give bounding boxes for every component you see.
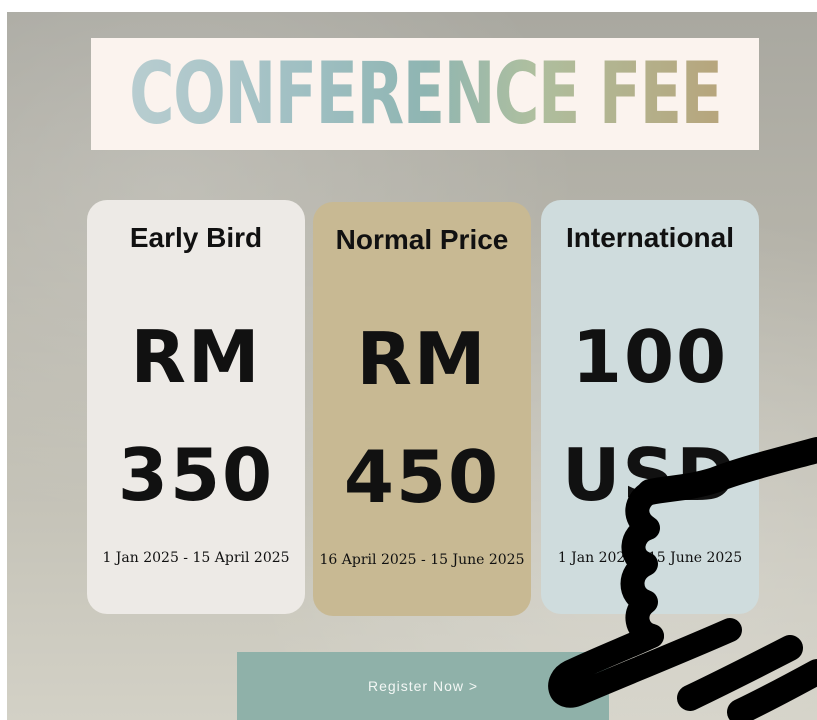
title-banner: CONFERENCE FEE (91, 38, 759, 150)
page-title: CONFERENCE FEE (128, 44, 723, 144)
card-price-line1: RM (356, 317, 488, 401)
card-price-line1: RM (130, 315, 262, 399)
card-title: Normal Price (335, 224, 509, 255)
card-price: RM 450 (313, 300, 531, 536)
card-price: RM 350 (87, 298, 305, 534)
pointing-hand-icon (548, 437, 817, 720)
card-price-line2: 350 (117, 433, 275, 517)
card-price-line2: 450 (343, 435, 501, 519)
card-title: Early Bird (129, 222, 263, 253)
card-price-line1: 100 (571, 315, 729, 399)
pricing-card-early-bird: Early Bird RM 350 1 Jan 2025 - 15 April … (87, 200, 305, 614)
card-title: International (565, 222, 734, 253)
card-dates: 16 April 2025 - 15 June 2025 (319, 552, 525, 568)
pricing-card-normal-price: Normal Price RM 450 16 April 2025 - 15 J… (313, 202, 531, 616)
card-dates: 1 Jan 2025 - 15 April 2025 (102, 550, 290, 566)
